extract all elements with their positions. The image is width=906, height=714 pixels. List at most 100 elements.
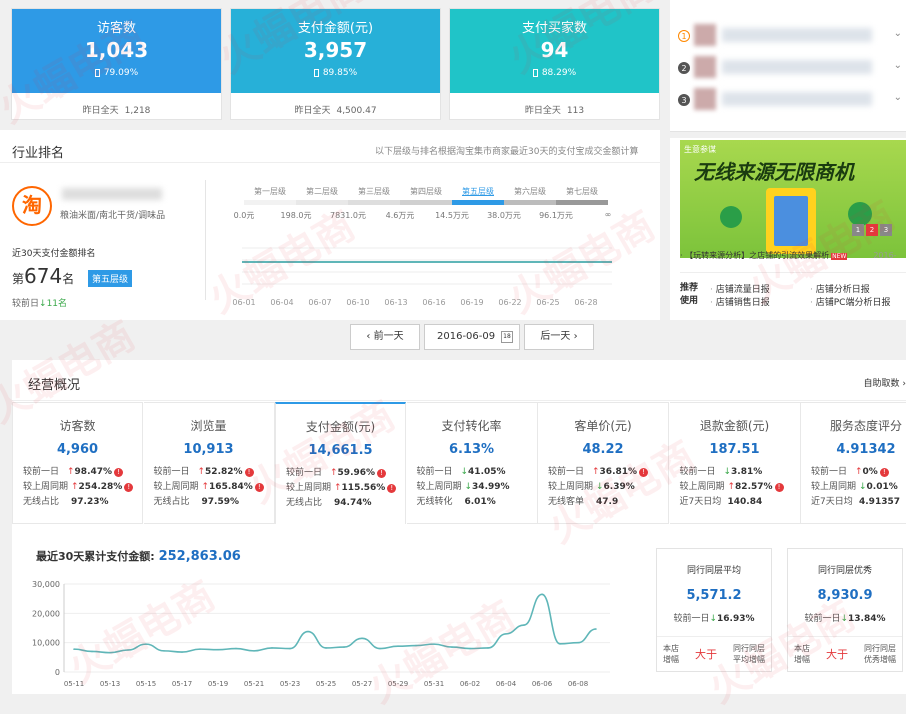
metric-extra-row: 无线转化 6.01% <box>407 495 537 510</box>
more-icon[interactable]: ⌄ <box>894 92 902 103</box>
metric-card[interactable]: 支付金额(元) 14,661.5 较前一日 ↑59.96%! 较上周同期 ↑115.56%… <box>275 402 406 524</box>
industry-date-label: 06-10 <box>346 298 369 307</box>
data-point[interactable] <box>541 593 543 596</box>
compare-value: 5,571.2 <box>686 588 742 603</box>
y-tick-label: 0 <box>55 668 60 677</box>
data-point[interactable] <box>325 647 327 649</box>
report-link[interactable]: · 店铺销售日报 <box>710 295 770 308</box>
level-label-2: 第二层级 <box>306 187 338 196</box>
rank-number-badge: 3 <box>678 94 690 106</box>
kpi-card[interactable]: 支付金额(元) 3,957 89.85% 昨日全天 4,500.47 <box>230 8 441 120</box>
alert-icon[interactable]: ! <box>639 468 649 477</box>
report-link-label[interactable]: 店铺分析日报 <box>816 285 870 295</box>
report-link[interactable]: · 店铺PC端分析日报 <box>810 295 890 308</box>
date-picker[interactable]: 2016-06-09 18 <box>424 324 520 350</box>
data-point[interactable] <box>109 651 111 654</box>
alert-icon[interactable]: ! <box>377 469 387 478</box>
metric-card[interactable]: 浏览量 10,913 较前一日 ↑52.82%! 较上周同期 ↑165.84%! 无线占比 9… <box>143 402 275 524</box>
report-link[interactable]: · 店铺流量日报 <box>710 282 770 295</box>
report-link-label[interactable]: 店铺流量日报 <box>716 285 770 295</box>
data-point[interactable] <box>433 643 435 645</box>
alert-icon[interactable]: ! <box>254 483 264 492</box>
data-point[interactable] <box>505 633 507 635</box>
data-point[interactable] <box>73 648 75 650</box>
extra-label: 近7天日均 <box>679 497 722 507</box>
data-point[interactable] <box>487 647 489 649</box>
data-point[interactable] <box>451 646 453 648</box>
divider <box>680 272 906 273</box>
compare-value: 6.39% <box>603 482 635 492</box>
metric-card[interactable]: 服务态度评分 4.91342 较前一日 ↑0%! 较上周同期 ↓0.01% 近7天日均 4.9… <box>801 402 906 524</box>
rank-list-item[interactable]: 3 ⌄ <box>678 88 906 110</box>
compare-title: 同行同层优秀 <box>817 566 872 576</box>
up-arrow-icon: ↑ <box>67 467 75 477</box>
metric-card[interactable]: 访客数 4,960 较前一日 ↑98.47%! 较上周同期 ↑254.28%! 无线占比 97… <box>12 402 143 524</box>
data-point[interactable] <box>559 643 561 645</box>
data-point[interactable] <box>235 647 237 650</box>
data-point[interactable] <box>145 643 147 645</box>
data-point[interactable] <box>271 647 273 649</box>
alert-icon[interactable]: ! <box>774 483 784 492</box>
compare-value: 52.82% <box>205 467 243 477</box>
data-point[interactable] <box>91 650 93 653</box>
data-point[interactable] <box>361 637 363 640</box>
data-point[interactable] <box>523 624 525 626</box>
rank-list-item[interactable]: 2 ⌄ <box>678 56 906 78</box>
data-point[interactable] <box>163 650 165 652</box>
data-point[interactable] <box>469 647 471 650</box>
data-point[interactable] <box>127 649 129 651</box>
alert-icon[interactable]: ! <box>124 483 134 492</box>
prev-day-button[interactable]: ‹ 前一天 <box>350 324 420 350</box>
more-icon[interactable]: ⌄ <box>894 60 902 71</box>
banner-page-3[interactable]: 3 <box>880 224 892 236</box>
data-point[interactable] <box>253 650 255 652</box>
promo-banner[interactable]: 生意参谋 无线来源无限商机 123 <box>680 140 906 258</box>
alert-icon[interactable]: ! <box>114 468 124 477</box>
rank-list-item[interactable]: 1 ⌄ <box>678 24 906 46</box>
kpi-card[interactable]: 访客数 1,043 79.09% 昨日全天 1,218 <box>11 8 222 120</box>
extra-value: 140.84 <box>727 497 763 507</box>
banner-page-2[interactable]: 2 <box>866 224 878 236</box>
kpi-card[interactable]: 支付买家数 94 88.29% 昨日全天 113 <box>449 8 660 120</box>
news-title[interactable]: 【玩转来源分析】之店铺的引流效果解析 <box>685 251 829 260</box>
extra-label: 无线占比 <box>153 497 190 507</box>
compare-value: 36.81% <box>599 467 638 477</box>
industry-date-label: 06-07 <box>308 298 331 307</box>
level-label-4: 第四层级 <box>410 187 442 196</box>
report-link[interactable]: · 店铺分析日报 <box>810 282 870 295</box>
calendar-icon: 18 <box>501 331 513 343</box>
data-point[interactable] <box>289 647 291 650</box>
metric-title: 客单价(元) <box>574 419 632 433</box>
more-icon[interactable]: ⌄ <box>894 28 902 39</box>
metric-compare-row: 较上周同期 ↓34.99% <box>407 480 537 495</box>
data-point[interactable] <box>397 645 399 647</box>
data-point[interactable] <box>379 647 381 650</box>
data-point[interactable] <box>577 641 579 644</box>
banner-page-1[interactable]: 1 <box>852 224 864 236</box>
data-point[interactable] <box>415 644 417 647</box>
alert-icon[interactable]: ! <box>244 468 254 477</box>
data-point[interactable] <box>307 630 309 633</box>
data-point[interactable] <box>199 648 201 650</box>
location-icon <box>848 202 872 226</box>
data-point[interactable] <box>343 646 345 648</box>
alert-icon[interactable]: ! <box>879 468 889 477</box>
metric-title: 浏览量 <box>190 419 227 433</box>
down-arrow-icon: ↓ <box>709 614 718 624</box>
auto-refresh-link[interactable]: 自助取数 › <box>864 376 906 389</box>
promo-news[interactable]: · 【玩转来源分析】之店铺的引流效果解析 NEW 2016- <box>680 250 906 261</box>
y-tick-label: 30,000 <box>32 580 60 589</box>
alert-icon[interactable]: ! <box>387 484 397 493</box>
metric-card[interactable]: 客单价(元) 48.22 较前一日 ↑36.81%! 较上周同期 ↓6.39% 无线客单 47… <box>538 402 669 524</box>
data-point[interactable] <box>217 648 219 651</box>
report-link-label[interactable]: 店铺销售日报 <box>716 298 770 308</box>
banner-pager[interactable]: 123 <box>852 224 892 236</box>
metric-card[interactable]: 退款金额(元) 187.51 较前一日 ↓3.81% 较上周同期 ↑82.57%! 近7天日… <box>669 402 801 524</box>
product-thumbnail-blurred <box>694 88 716 110</box>
data-point[interactable] <box>181 651 183 653</box>
metric-card[interactable]: 支付转化率 6.13% 较前一日 ↓41.05% 较上周同期 ↓34.99% 无线转化 6.0… <box>406 402 538 524</box>
kpi-value: 94 <box>540 38 569 62</box>
next-day-button[interactable]: 后一天 › <box>524 324 594 350</box>
report-link-label[interactable]: 店铺PC端分析日报 <box>816 298 891 308</box>
data-point[interactable] <box>595 628 597 630</box>
